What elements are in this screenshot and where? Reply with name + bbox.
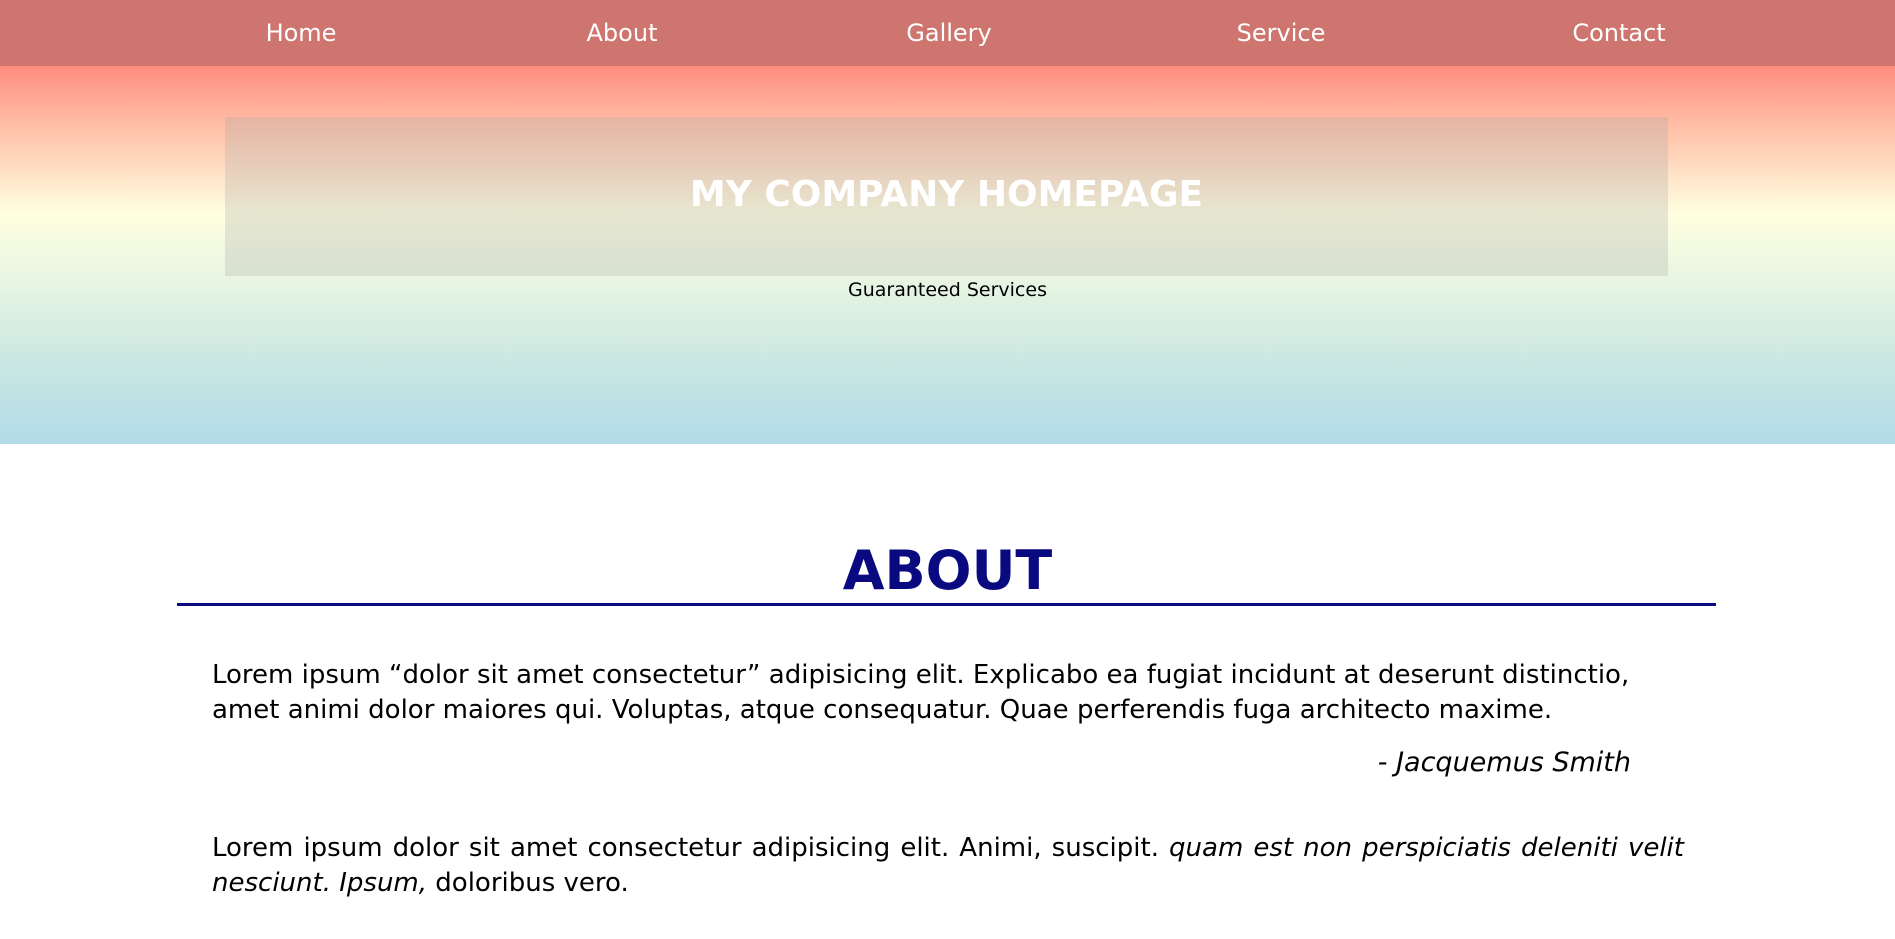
top-navbar: Home About Gallery Service Contact — [0, 0, 1895, 66]
about-paragraph-text-start: Lorem ipsum dolor sit amet consectetur a… — [212, 833, 1170, 863]
about-paragraph-quote: Lorem ipsum “dolor sit amet consectetur”… — [212, 660, 1630, 725]
hero-banner: MY COMPANY HOMEPAGE Guaranteed Services — [0, 66, 1895, 444]
about-paragraph-text-end: doloribus vero. — [427, 868, 629, 898]
quote-author: - Jacquemus Smith — [1377, 747, 1631, 778]
hero-title-box: MY COMPANY HOMEPAGE — [225, 117, 1668, 276]
about-divider — [177, 603, 1716, 606]
nav-link-contact[interactable]: Contact — [1572, 18, 1665, 48]
about-paragraph: Lorem ipsum dolor sit amet consectetur a… — [212, 831, 1684, 901]
about-heading: ABOUT — [842, 539, 1053, 602]
nav-link-gallery[interactable]: Gallery — [906, 18, 991, 48]
hero-subtitle: Guaranteed Services — [848, 279, 1047, 301]
nav-link-service[interactable]: Service — [1237, 18, 1326, 48]
nav-link-home[interactable]: Home — [266, 18, 337, 48]
hero-title: MY COMPANY HOMEPAGE — [689, 174, 1204, 215]
nav-link-about[interactable]: About — [587, 18, 658, 48]
